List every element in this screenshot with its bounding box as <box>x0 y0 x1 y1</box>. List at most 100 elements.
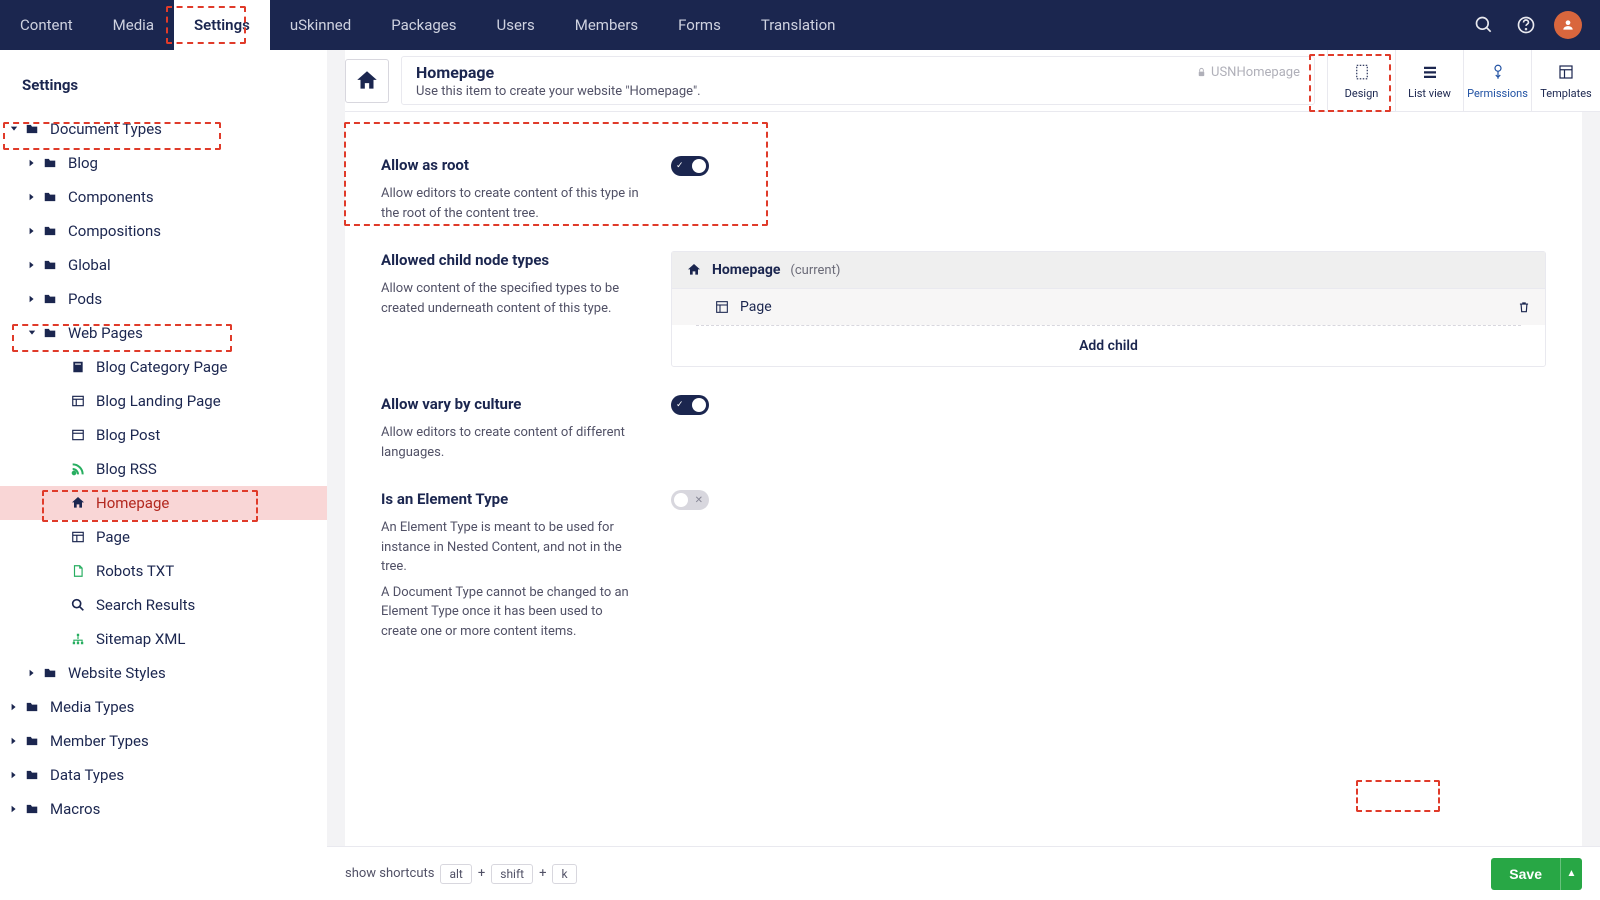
tree-item-label: Blog Post <box>96 426 160 444</box>
nav-users[interactable]: Users <box>477 0 555 50</box>
top-nav-tabs: Content Media Settings uSkinned Packages… <box>0 0 855 50</box>
chevron-icon[interactable] <box>24 227 40 235</box>
vary-culture-desc: Allow editors to create content of diffe… <box>381 423 641 462</box>
child-types-title: Allowed child node types <box>381 251 641 269</box>
nav-settings[interactable]: Settings <box>174 0 270 50</box>
tree-item-blog-rss[interactable]: Blog RSS <box>0 452 327 486</box>
page-icon <box>68 530 88 544</box>
chevron-icon[interactable] <box>24 193 40 201</box>
tree-item-pods[interactable]: Pods <box>0 282 327 316</box>
tree-item-label: Blog <box>68 154 98 172</box>
tab-templates[interactable]: Templates <box>1532 50 1600 111</box>
allow-root-desc: Allow editors to create content of this … <box>381 184 641 223</box>
tree-item-page[interactable]: Page <box>0 520 327 554</box>
tree-item-compositions[interactable]: Compositions <box>0 214 327 248</box>
tree-item-label: Search Results <box>96 596 195 614</box>
element-type-toggle[interactable]: ✕ <box>671 490 709 510</box>
chevron-icon[interactable] <box>24 295 40 303</box>
title-col[interactable]: Homepage USNHomepage Use this item to cr… <box>401 56 1315 105</box>
search-icon[interactable] <box>1470 11 1498 39</box>
tree-item-website-styles[interactable]: Website Styles <box>0 656 327 690</box>
vary-culture-toggle[interactable]: ✓ <box>671 395 709 415</box>
element-type-desc2: A Document Type cannot be changed to an … <box>381 583 641 642</box>
tree-item-label: Member Types <box>50 732 149 750</box>
tree-item-blog-post[interactable]: Blog Post <box>0 418 327 452</box>
tree-item-macros[interactable]: Macros <box>0 792 327 826</box>
tree-item-label: Homepage <box>96 494 169 512</box>
tree-item-search-results[interactable]: Search Results <box>0 588 327 622</box>
editor-body: Allow as root Allow editors to create co… <box>345 112 1582 846</box>
layout-icon <box>68 394 88 408</box>
tree-item-label: Components <box>68 188 154 206</box>
nav-translation[interactable]: Translation <box>741 0 856 50</box>
nav-content[interactable]: Content <box>0 0 93 50</box>
chevron-icon[interactable] <box>24 329 40 337</box>
nav-packages[interactable]: Packages <box>371 0 476 50</box>
tree-item-blog-landing-page[interactable]: Blog Landing Page <box>0 384 327 418</box>
allow-root-toggle[interactable]: ✓ <box>671 156 709 176</box>
tree-item-global[interactable]: Global <box>0 248 327 282</box>
nav-members[interactable]: Members <box>555 0 658 50</box>
add-child-button[interactable]: Add child <box>696 325 1521 366</box>
nav-uskinned[interactable]: uSkinned <box>270 0 371 50</box>
main: Homepage USNHomepage Use this item to cr… <box>327 50 1600 900</box>
nav-forms[interactable]: Forms <box>658 0 741 50</box>
child-row-page[interactable]: Page <box>672 288 1545 325</box>
doctype-icon[interactable] <box>345 59 389 103</box>
top-nav: Content Media Settings uSkinned Packages… <box>0 0 1600 50</box>
tree-item-label: Website Styles <box>68 664 166 682</box>
shortcuts-hint[interactable]: show shortcuts alt + shift + k <box>345 864 577 884</box>
permissions-icon <box>1489 61 1507 83</box>
chevron-icon[interactable] <box>6 771 22 779</box>
tree-item-label: Blog RSS <box>96 460 157 478</box>
chevron-icon[interactable] <box>24 261 40 269</box>
tree-item-blog-category-page[interactable]: Blog Category Page <box>0 350 327 384</box>
tree-item-document-types[interactable]: Document Types <box>0 112 327 146</box>
editor-tabs: Design List view Permissions Templates <box>1327 50 1600 111</box>
tree-item-label: Pods <box>68 290 102 308</box>
tab-permissions[interactable]: Permissions <box>1464 50 1532 111</box>
tree-item-member-types[interactable]: Member Types <box>0 724 327 758</box>
child-types-box: Homepage (current) Page Add child <box>671 251 1546 367</box>
chevron-icon[interactable] <box>6 703 22 711</box>
tab-listview[interactable]: List view <box>1396 50 1464 111</box>
delete-icon[interactable] <box>1517 300 1531 314</box>
search-icon <box>68 597 88 613</box>
tree-item-sitemap-xml[interactable]: Sitemap XML <box>0 622 327 656</box>
tree-item-web-pages[interactable]: Web Pages <box>0 316 327 350</box>
file-icon <box>68 563 88 579</box>
tree-item-components[interactable]: Components <box>0 180 327 214</box>
tree-item-label: Robots TXT <box>96 562 174 580</box>
folder-icon <box>40 224 60 238</box>
tree-item-data-types[interactable]: Data Types <box>0 758 327 792</box>
doc-icon <box>68 359 88 375</box>
child-types-head: Homepage (current) <box>672 252 1545 288</box>
folder-icon <box>22 802 42 816</box>
tree-item-media-types[interactable]: Media Types <box>0 690 327 724</box>
chevron-icon[interactable] <box>6 805 22 813</box>
help-icon[interactable] <box>1512 11 1540 39</box>
section-allow-root: Allow as root Allow editors to create co… <box>345 142 1582 237</box>
chevron-icon[interactable] <box>24 159 40 167</box>
chevron-icon[interactable] <box>6 737 22 745</box>
save-caret[interactable]: ▲ <box>1560 858 1582 890</box>
tree-item-blog[interactable]: Blog <box>0 146 327 180</box>
folder-icon <box>22 700 42 714</box>
chevron-icon[interactable] <box>24 669 40 677</box>
chevron-icon[interactable] <box>6 125 22 133</box>
post-icon <box>68 428 88 442</box>
section-vary-culture: Allow vary by culture Allow editors to c… <box>345 381 1582 476</box>
sidebar-title: Settings <box>0 68 327 112</box>
design-icon <box>1353 61 1371 83</box>
tree-item-robots-txt[interactable]: Robots TXT <box>0 554 327 588</box>
nav-media[interactable]: Media <box>93 0 174 50</box>
save-button[interactable]: Save <box>1491 858 1560 890</box>
home-icon <box>68 495 88 511</box>
rss-icon <box>68 461 88 477</box>
avatar[interactable] <box>1554 11 1582 39</box>
tab-design[interactable]: Design <box>1328 50 1396 111</box>
tree-item-homepage[interactable]: Homepage <box>0 486 327 520</box>
child-types-desc: Allow content of the specified types to … <box>381 279 641 318</box>
element-type-title: Is an Element Type <box>381 490 641 508</box>
tree-item-label: Compositions <box>68 222 161 240</box>
